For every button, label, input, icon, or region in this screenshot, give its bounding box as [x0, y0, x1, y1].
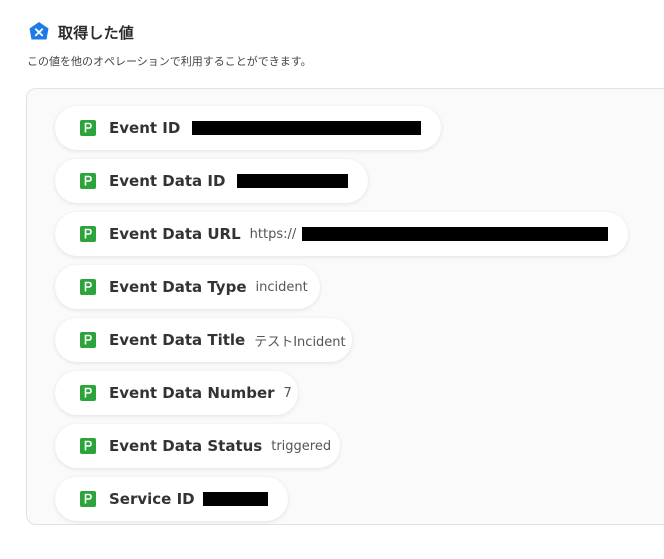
value-text: テストIncident — [254, 334, 346, 350]
value-text: triggered — [271, 438, 332, 454]
section-header: 取得した値 — [28, 20, 134, 44]
pagerduty-icon — [79, 278, 97, 296]
pagerduty-icon — [79, 225, 97, 243]
value-label: Event ID — [109, 119, 181, 137]
value-chip-event-data-status[interactable]: Event Data Status triggered — [55, 424, 340, 468]
value-chip-event-data-number[interactable]: Event Data Number 7 — [55, 371, 298, 415]
pagerduty-icon — [79, 437, 97, 455]
redacted-value — [237, 174, 348, 188]
value-label: Event Data Title — [109, 331, 246, 349]
redacted-value — [192, 121, 421, 135]
value-chip-event-data-url[interactable]: Event Data URL https:// — [55, 212, 628, 256]
pagerduty-icon — [79, 172, 97, 190]
value-label: Event Data Type — [109, 278, 247, 296]
pagerduty-icon — [79, 119, 97, 137]
pagerduty-icon — [79, 384, 97, 402]
redacted-value — [302, 227, 608, 241]
pagerduty-icon — [79, 490, 97, 508]
value-chip-event-id[interactable]: Event ID — [55, 106, 441, 150]
pagerduty-icon — [79, 331, 97, 349]
yoom-x-icon — [28, 21, 50, 43]
section-description: この値を他のオペレーションで利用することができます。 — [27, 55, 312, 68]
value-label: Event Data URL — [109, 225, 241, 243]
value-label: Event Data Number — [109, 384, 275, 402]
value-label: Event Data ID — [109, 172, 226, 190]
page: 取得した値 この値を他のオペレーションで利用することができます。 Event I… — [0, 0, 664, 559]
value-label: Event Data Status — [109, 437, 263, 455]
redacted-value — [202, 492, 268, 506]
value-chip-event-data-type[interactable]: Event Data Type incident — [55, 265, 320, 309]
value-text: https:// — [249, 226, 297, 242]
value-text: 7 — [283, 385, 292, 401]
section-title: 取得した値 — [58, 23, 135, 42]
value-chip-service-id[interactable]: Service ID — [55, 477, 288, 521]
value-chip-event-data-id[interactable]: Event Data ID — [55, 159, 368, 203]
value-chip-event-data-title[interactable]: Event Data Title テストIncident — [55, 318, 352, 362]
value-text: incident — [255, 279, 308, 295]
value-label: Service ID — [109, 490, 195, 508]
